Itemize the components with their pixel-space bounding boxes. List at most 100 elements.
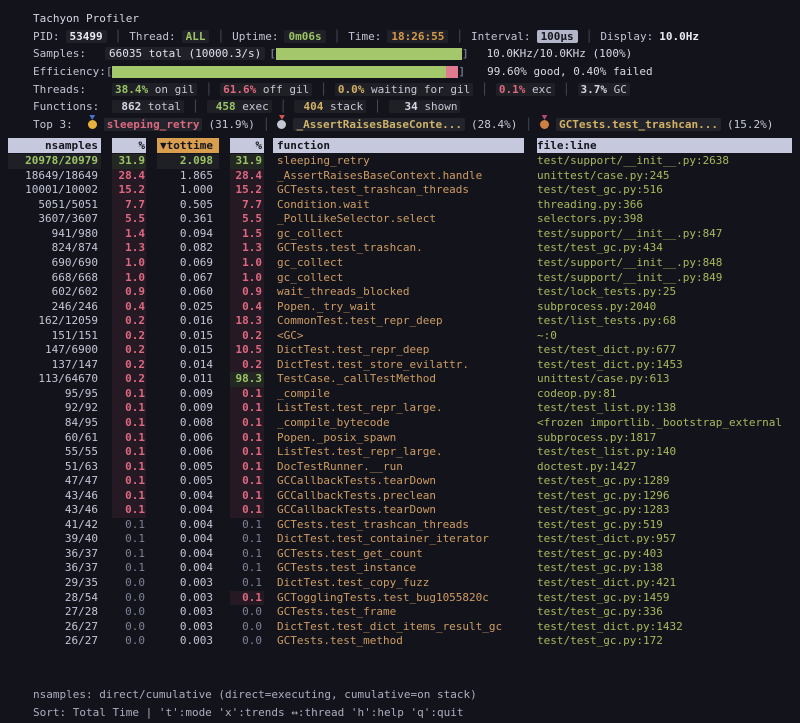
cell-function-name: GCTests.test_trashcan.<locals>.Ouch.... (273, 241, 524, 256)
cell-nsamples: 28/54 (8, 591, 101, 606)
separator: │ (263, 118, 270, 131)
top3-function-name: GCTests.test_trashcan... (556, 118, 721, 131)
cell-cumulative-pct: 0.1 (230, 532, 264, 547)
thread-value[interactable]: ALL (182, 30, 210, 43)
efficiency-bar-open-bracket: [ (106, 65, 113, 78)
cell-direct-pct: 0.1 (112, 445, 146, 460)
cell-tottime: 0.003 (157, 634, 219, 649)
cell-direct-pct: 0.1 (112, 401, 146, 416)
cell-function-name: Popen._try_wait (273, 300, 524, 315)
cell-direct-pct: 0.9 (112, 285, 146, 300)
cell-direct-pct: 0.1 (112, 518, 146, 533)
cell-nsamples: 92/92 (8, 401, 101, 416)
cell-cumulative-pct: 0.1 (230, 474, 264, 489)
threads-segment-label: GC (607, 83, 627, 96)
functions-segment-label: shown (418, 100, 458, 113)
separator: │ (192, 100, 199, 113)
top3-label: Top 3: (33, 118, 73, 131)
column-header-nsamples[interactable]: nsamples (8, 138, 101, 153)
cell-function-name: wait_threads_blocked (273, 285, 524, 300)
column-header-tottime-sorted[interactable]: ▼tottime (157, 138, 219, 153)
separator: │ (217, 30, 224, 43)
cell-cumulative-pct: 0.1 (230, 503, 264, 518)
cell-cumulative-pct: 0.9 (230, 285, 264, 300)
cell-tottime: 0.005 (157, 474, 219, 489)
table-row: 39/400.10.0040.1DictTest.test_container_… (8, 532, 800, 547)
cell-nsamples: 147/6900 (8, 343, 101, 358)
cell-file-line: ~:0 (537, 329, 792, 344)
cell-file-line: test/support/__init__.py:849 (537, 271, 792, 286)
table-row: 95/950.10.0090.1_compilecodeop.py:81 (8, 387, 800, 402)
functions-segment-label: exec (236, 100, 269, 113)
footer-nsamples-help: nsamples: direct/cumulative (direct=exec… (33, 686, 800, 704)
cell-nsamples: 602/602 (8, 285, 101, 300)
cell-tottime: 0.011 (157, 372, 219, 387)
cell-tottime: 0.004 (157, 518, 219, 533)
separator: │ (280, 100, 287, 113)
status-line: PID: 53499 │ Thread: ALL │ Uptime: 0m06s… (33, 28, 800, 46)
time-label: Time: (348, 30, 381, 43)
table-row: 43/460.10.0040.1GCCallbackTests.preclean… (8, 489, 800, 504)
column-header-function[interactable]: function (273, 138, 524, 153)
threads-segment-value: 38.4% (115, 83, 148, 96)
cell-cumulative-pct: 5.5 (230, 212, 264, 227)
cell-direct-pct: 1.3 (112, 241, 146, 256)
cell-tottime: 0.016 (157, 314, 219, 329)
cell-cumulative-pct: 1.0 (230, 256, 264, 271)
samples-bar-open-bracket: [ (269, 47, 276, 60)
cell-tottime: 2.098 (157, 154, 219, 169)
table-body: 20978/2097931.92.09831.9sleeping_retryte… (8, 154, 800, 649)
cell-file-line: test/test_gc.py:1289 (537, 474, 792, 489)
cell-file-line: unittest/case.py:613 (537, 372, 792, 387)
cell-function-name: Condition.wait (273, 198, 524, 213)
cell-tottime: 0.004 (157, 561, 219, 576)
table-row: 20978/2097931.92.09831.9sleeping_retryte… (8, 154, 800, 169)
table-row: 27/280.00.0030.0GCTests.test_frametest/t… (8, 605, 800, 620)
cell-nsamples: 151/151 (8, 329, 101, 344)
silver-medal-icon (277, 120, 286, 129)
threads-segment-label: off gil (256, 83, 309, 96)
cell-direct-pct: 5.5 (112, 212, 146, 227)
threads-segment-label: waiting for gil (364, 83, 470, 96)
cell-direct-pct: 1.4 (112, 227, 146, 242)
cell-nsamples: 26/27 (8, 620, 101, 635)
table-row: 28/540.00.0030.1GCTogglingTests.test_bug… (8, 591, 800, 606)
cell-function-name: sleeping_retry (273, 154, 524, 169)
cell-cumulative-pct: 0.1 (230, 591, 264, 606)
functions-segment-value: 34 (392, 100, 418, 113)
cell-tottime: 0.060 (157, 285, 219, 300)
cell-direct-pct: 0.2 (112, 343, 146, 358)
cell-file-line: test/test_dict.py:677 (537, 343, 792, 358)
cell-direct-pct: 28.4 (112, 169, 146, 184)
cell-nsamples: 47/47 (8, 474, 101, 489)
cell-tottime: 0.505 (157, 198, 219, 213)
table-row: 55/550.10.0060.1ListTest.test_repr_large… (8, 445, 800, 460)
column-header-file-line[interactable]: file:line (537, 138, 792, 153)
column-header-direct-pct[interactable]: % (112, 138, 146, 153)
cell-nsamples: 941/980 (8, 227, 101, 242)
top3-function-pct: (15.2%) (727, 118, 773, 131)
cell-tottime: 0.015 (157, 343, 219, 358)
cell-tottime: 0.005 (157, 460, 219, 475)
cell-direct-pct: 15.2 (112, 183, 146, 198)
cell-cumulative-pct: 0.0 (230, 620, 264, 635)
samples-line: Samples: 66035 total (10000.3/s) [ ] 10.… (33, 45, 800, 63)
cell-direct-pct: 0.0 (112, 620, 146, 635)
cell-file-line: test/test_gc.py:403 (537, 547, 792, 562)
table-row: 36/370.10.0040.1GCTests.test_instancetes… (8, 561, 800, 576)
table-row: 29/350.00.0030.1DictTest.test_copy_fuzzt… (8, 576, 800, 591)
cell-nsamples: 10001/10002 (8, 183, 101, 198)
cell-file-line: test/test_gc.py:1459 (537, 591, 792, 606)
cell-tottime: 0.015 (157, 329, 219, 344)
cell-tottime: 0.067 (157, 271, 219, 286)
column-header-cumulative-pct[interactable]: % (230, 138, 264, 153)
cell-direct-pct: 0.1 (112, 387, 146, 402)
cell-function-name: GCCallbackTests.tearDown (273, 503, 524, 518)
cell-cumulative-pct: 7.7 (230, 198, 264, 213)
threads-segment-label: on gil (148, 83, 194, 96)
functions-segment-value: 862 (115, 100, 141, 113)
cell-cumulative-pct: 0.1 (230, 561, 264, 576)
bronze-medal-icon (540, 120, 549, 129)
cell-cumulative-pct: 1.3 (230, 241, 264, 256)
cell-function-name: DictTest.test_dict_items_result_gc (273, 620, 524, 635)
